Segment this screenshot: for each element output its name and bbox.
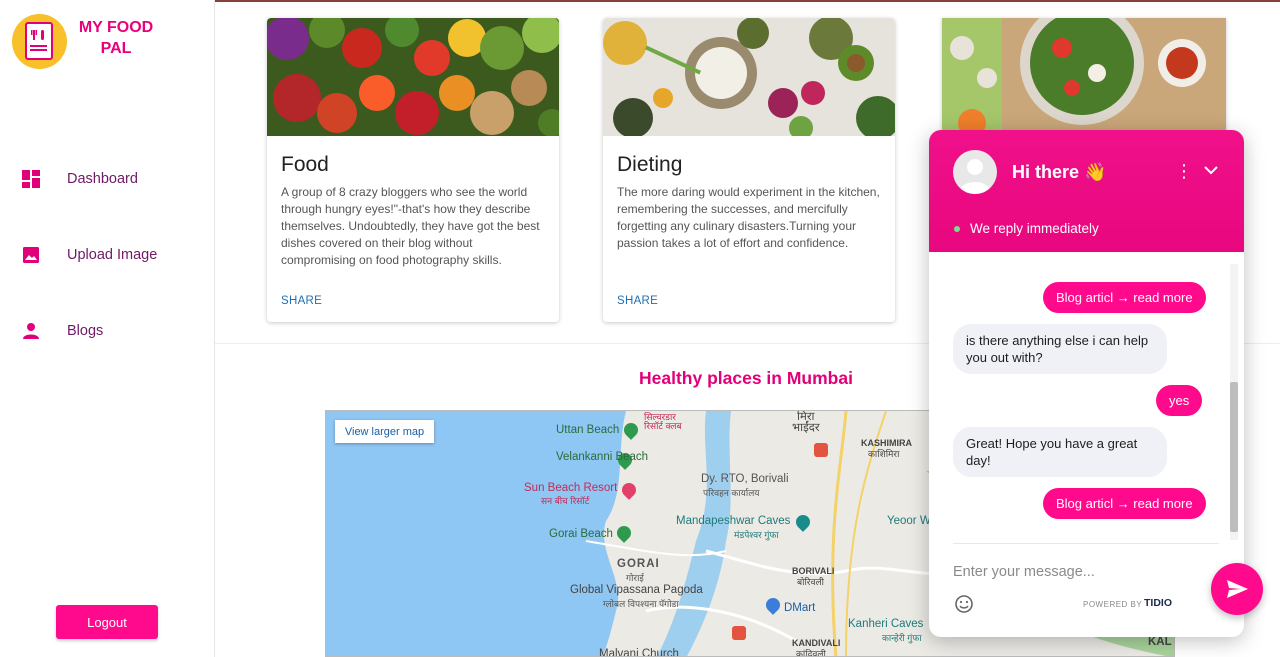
sidebar-item-label: Upload Image xyxy=(67,247,158,263)
dieting-image xyxy=(603,18,895,136)
map-label: भाईंदर xyxy=(792,422,820,434)
food-image xyxy=(267,18,559,136)
map-label: DMart xyxy=(784,602,816,614)
online-status-icon xyxy=(954,226,960,232)
hospital-pin-icon[interactable] xyxy=(732,626,746,640)
send-icon xyxy=(1227,580,1248,598)
map-label: सन बीच रिसॉर्ट xyxy=(541,496,590,506)
map-label: Mandapeshwar Caves xyxy=(676,515,791,527)
map-label: बोरिवली xyxy=(797,577,824,587)
share-button[interactable]: SHARE xyxy=(281,295,322,307)
map-label: GORAI xyxy=(617,558,660,570)
map-label: Global Vipassana Pagoda xyxy=(570,584,703,596)
view-larger-map-button[interactable]: View larger map xyxy=(335,420,434,443)
emoji-icon[interactable] xyxy=(954,594,974,614)
blog-card-food: Food A group of 8 crazy bloggers who see… xyxy=(267,18,559,322)
more-options-icon[interactable]: ⋮ xyxy=(1175,162,1193,180)
map-label: कांदिवली xyxy=(796,649,826,657)
logo-book-icon xyxy=(25,22,53,60)
send-button[interactable] xyxy=(1211,563,1263,615)
map-label: Velankanni Beach xyxy=(556,451,649,463)
chat-message: is there anything else i can help you ou… xyxy=(953,324,1167,374)
blog-card-dieting: Dieting The more daring would experiment… xyxy=(603,18,895,322)
app-title: MY FOOD PAL xyxy=(78,19,154,57)
powered-by-label: POWERED BY xyxy=(1083,600,1143,609)
map-label: परिवहन कार्यालय xyxy=(703,488,760,498)
card-description: The more daring would experiment in the … xyxy=(617,185,880,250)
tidio-logo: TIDIO xyxy=(1144,597,1172,609)
dashboard-icon xyxy=(22,170,40,188)
salad-image xyxy=(942,18,1226,136)
chat-status: We reply immediately xyxy=(970,221,1099,236)
map-label: Dy. RTO, Borivali xyxy=(701,473,789,485)
card-description: A group of 8 crazy bloggers who see the … xyxy=(281,185,540,267)
sidebar-item-blogs[interactable]: Blogs xyxy=(0,311,214,351)
card-title: Dieting xyxy=(617,153,683,176)
avatar xyxy=(953,150,997,194)
map-label: काशिमिरा xyxy=(868,449,900,459)
chat-widget: Hi there 👋 ⋮ We reply immediately Blog a… xyxy=(929,130,1244,637)
chat-message: yes xyxy=(1156,385,1203,416)
map-label: Sun Beach Resort xyxy=(524,482,618,494)
share-button[interactable]: SHARE xyxy=(617,295,658,307)
divider xyxy=(953,543,1219,544)
sidebar: MY FOOD PAL Dashboard Upload Image Blogs… xyxy=(0,0,215,657)
map-section-title: Healthy places in Mumbai xyxy=(639,368,853,388)
map-label: Kanheri Caves xyxy=(848,618,924,630)
chat-header: Hi there 👋 ⋮ We reply immediately xyxy=(929,130,1244,252)
map-label: KAL xyxy=(1148,636,1172,648)
chat-message-button[interactable]: Blog articl → read more xyxy=(1043,488,1206,519)
logout-button[interactable]: Logout xyxy=(56,605,158,639)
map-label: Gorai Beach xyxy=(549,528,613,540)
sidebar-item-upload-image[interactable]: Upload Image xyxy=(0,235,214,275)
chat-message-button[interactable]: Blog articl → read more xyxy=(1043,282,1206,313)
card-title: Food xyxy=(281,153,329,176)
map-label: ग्लोबल विपश्यना पॅगोडा xyxy=(603,599,679,609)
map-label: रिसॉर्ट क्लब xyxy=(644,421,682,431)
map-label: Uttan Beach xyxy=(556,424,620,436)
chat-message: Great! Hope you have a great day! xyxy=(953,427,1167,477)
chevron-down-icon[interactable] xyxy=(1203,164,1219,176)
chat-messages: Blog articl → read more is there anythin… xyxy=(929,252,1244,542)
map-label: मंडपेश्वर गुंफा xyxy=(734,530,779,540)
map-label: Yeoor W xyxy=(887,515,931,527)
sidebar-item-label: Dashboard xyxy=(67,171,138,187)
map-label: Malvani Church xyxy=(599,648,679,657)
sidebar-item-label: Blogs xyxy=(67,323,104,339)
person-icon xyxy=(23,323,39,339)
sidebar-item-dashboard[interactable]: Dashboard xyxy=(0,159,214,199)
chat-scroll-thumb[interactable] xyxy=(1230,382,1238,532)
chat-greeting: Hi there 👋 xyxy=(1012,162,1107,182)
image-icon xyxy=(23,247,39,263)
map-label: कान्हेरी गुंफा xyxy=(882,633,922,643)
hospital-pin-icon[interactable] xyxy=(814,443,828,457)
map-label: गोराई xyxy=(626,573,644,583)
chat-message-input[interactable] xyxy=(953,560,1193,584)
